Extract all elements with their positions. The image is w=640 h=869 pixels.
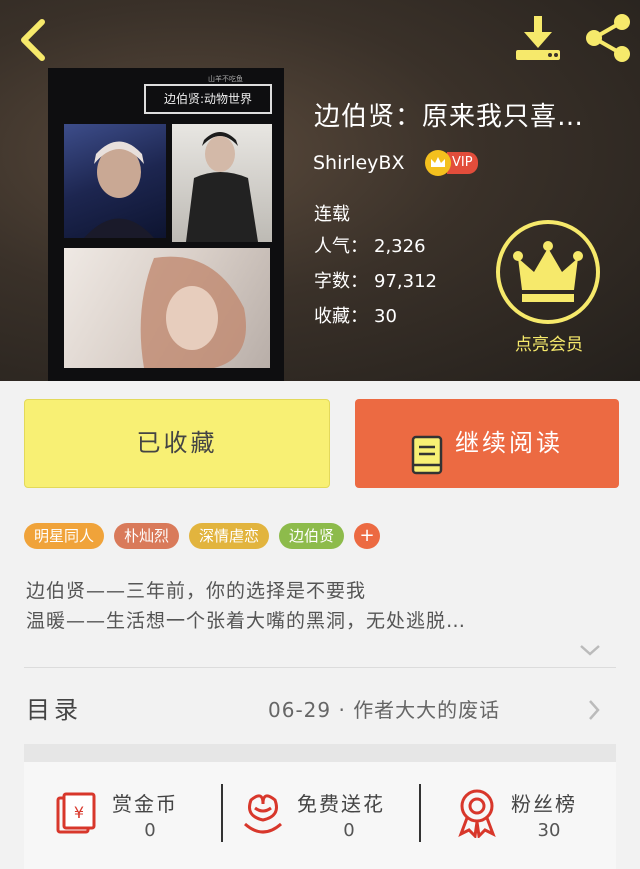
cover-photo-bottom — [64, 248, 270, 368]
reward-coins-label: 赏金币 — [112, 792, 178, 816]
tag-item[interactable]: 边伯贤 — [279, 523, 345, 549]
stat-label: 人气： — [314, 236, 368, 257]
send-flower-label: 免费送花 — [297, 792, 385, 816]
member-button[interactable] — [496, 220, 600, 324]
synopsis-line: 边伯贤——三年前，你的选择是不要我 — [26, 580, 367, 602]
stat-favorites: 收藏： 30 — [314, 302, 397, 328]
cover-photo-right — [172, 124, 272, 242]
share-button[interactable] — [582, 12, 634, 64]
status-text: 连载 — [314, 204, 350, 225]
medal-icon — [458, 789, 496, 838]
download-button[interactable] — [512, 14, 564, 64]
crown-icon — [425, 150, 451, 176]
back-button[interactable] — [12, 14, 56, 64]
collected-button[interactable]: 已收藏 — [24, 399, 330, 488]
chevron-down-icon — [580, 645, 600, 656]
synopsis[interactable]: 边伯贤——三年前，你的选择是不要我 温暖——生活想一个张着大嘴的黑洞，无处逃脱… — [26, 576, 616, 636]
tag-list: 明星同人 朴灿烈 深情虐恋 边伯贤 + — [24, 523, 381, 549]
book-header: 山羊不吃鱼 边伯贤:动物世界 边伯贤：原来我只喜… ShirleyBX VIP … — [0, 0, 640, 381]
book-icon — [411, 423, 443, 475]
crown-icon — [513, 241, 583, 302]
book-cover[interactable]: 山羊不吃鱼 边伯贤:动物世界 — [48, 68, 284, 381]
share-icon — [586, 14, 630, 62]
chevron-right-icon — [589, 700, 600, 720]
book-title: 边伯贤：原来我只喜… — [314, 102, 585, 132]
send-flower-button[interactable]: 免费送花 0 — [223, 762, 419, 869]
synopsis-line: 温暖——生活想一个张着大嘴的黑洞，无处逃脱… — [26, 610, 467, 632]
expand-synopsis-button[interactable] — [578, 642, 602, 658]
svg-text:¥: ¥ — [74, 803, 84, 822]
vip-badge: VIP — [425, 150, 481, 176]
chevron-left-icon — [21, 19, 45, 61]
reward-coins-button[interactable]: ¥ 赏金币 0 — [24, 762, 220, 869]
stat-word-count: 字数： 97,312 — [314, 267, 437, 293]
fan-ranking-button[interactable]: 粉丝榜 30 — [421, 762, 616, 869]
cover-subtitle: 山羊不吃鱼 — [208, 75, 243, 83]
red-envelope-icon: ¥ — [56, 792, 96, 834]
fan-ranking-value: 30 — [537, 820, 561, 841]
fan-ranking-label: 粉丝榜 — [511, 792, 577, 816]
divider — [24, 667, 616, 668]
tag-item[interactable]: 明星同人 — [24, 523, 105, 549]
stat-popularity: 人气： 2,326 — [314, 232, 426, 258]
latest-chapter[interactable]: 06-29 · 作者大大的废话 — [268, 694, 500, 723]
cover-photo-left — [64, 124, 166, 238]
member-label[interactable]: 点亮会员 — [504, 330, 594, 355]
tag-item[interactable]: 朴灿烈 — [114, 523, 180, 549]
stat-label: 字数： — [314, 271, 368, 292]
bottom-actions: ¥ 赏金币 0 免费送花 0 粉丝榜 30 — [24, 762, 616, 869]
download-icon — [516, 16, 560, 60]
tag-item[interactable]: 深情虐恋 — [189, 523, 270, 549]
reward-coins-value: 0 — [144, 820, 156, 841]
toc-label: 目录 — [26, 696, 82, 724]
send-flower-value: 0 — [343, 820, 355, 841]
stat-value: 2,326 — [374, 236, 426, 257]
stat-value: 30 — [374, 306, 397, 327]
vip-label: VIP — [447, 152, 478, 174]
continue-reading-label: 继续阅读 — [455, 429, 563, 457]
stat-value: 97,312 — [374, 271, 437, 292]
stat-label: 收藏： — [314, 306, 368, 327]
author-name[interactable]: ShirleyBX — [313, 152, 404, 174]
section-separator — [24, 744, 616, 762]
cover-title: 边伯贤:动物世界 — [144, 84, 272, 114]
flower-icon — [244, 794, 282, 834]
continue-reading-button[interactable]: 继续阅读 — [355, 399, 619, 488]
add-tag-button[interactable]: + — [354, 523, 381, 549]
